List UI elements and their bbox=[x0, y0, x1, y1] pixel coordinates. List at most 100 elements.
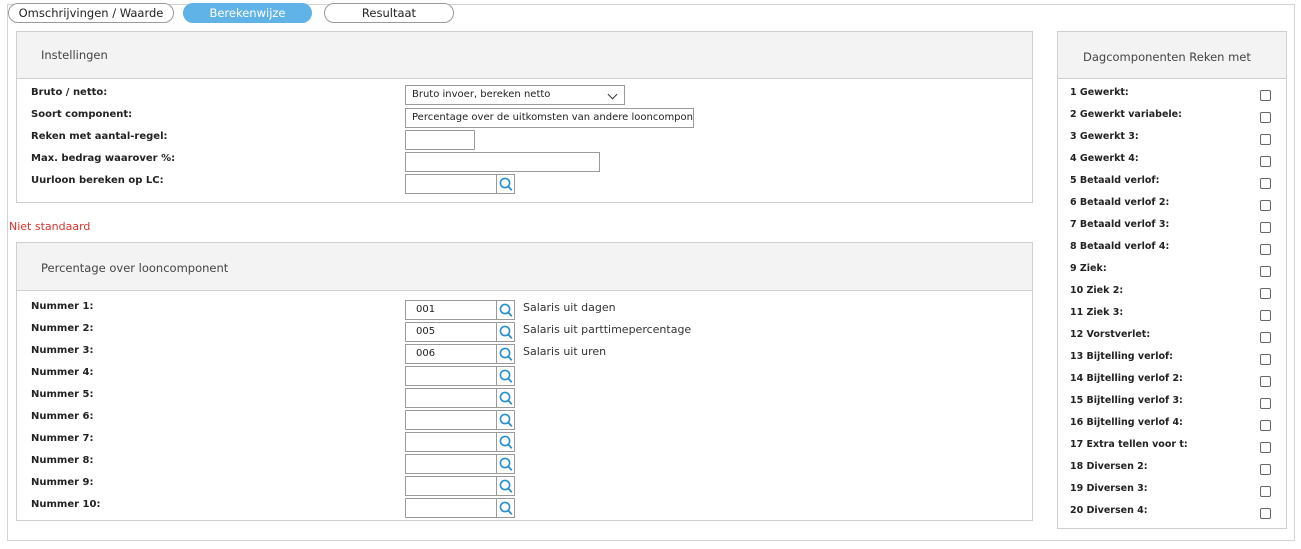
dagcomponent-checkbox[interactable] bbox=[1260, 376, 1271, 387]
nummer-search-button[interactable] bbox=[497, 498, 515, 518]
nummer-search-button[interactable] bbox=[497, 432, 515, 452]
percentage-title: Percentage over looncomponent bbox=[41, 261, 229, 275]
dagcomponent-row: 9 Ziek: bbox=[1070, 263, 1282, 281]
dagcomponent-label: 9 Ziek: bbox=[1070, 263, 1107, 274]
nummer-search-button[interactable] bbox=[497, 344, 515, 364]
reken-met-field[interactable] bbox=[405, 130, 475, 150]
dagcomponent-label: 4 Gewerkt 4: bbox=[1070, 153, 1139, 164]
nummer-search-button[interactable] bbox=[497, 388, 515, 408]
max-bedrag-field[interactable] bbox=[405, 152, 600, 172]
dagcomponent-checkbox[interactable] bbox=[1260, 310, 1271, 321]
dagcomponent-checkbox[interactable] bbox=[1260, 354, 1271, 365]
nummer-search-button[interactable] bbox=[497, 322, 515, 342]
dagcomponenten-header: Dagcomponenten Reken met bbox=[1058, 32, 1286, 79]
nummer-field[interactable]: 006 bbox=[405, 344, 497, 364]
dagcomponent-row: 11 Ziek 3: bbox=[1070, 307, 1282, 325]
dagcomponent-checkbox[interactable] bbox=[1260, 288, 1271, 299]
dagcomponent-checkbox[interactable] bbox=[1260, 464, 1271, 475]
dagcomponent-checkbox[interactable] bbox=[1260, 112, 1271, 123]
nummer-description: Salaris uit uren bbox=[523, 345, 607, 358]
dagcomponent-row: 3 Gewerkt 3: bbox=[1070, 131, 1282, 149]
dagcomponent-checkbox[interactable] bbox=[1260, 222, 1271, 233]
nummer-field[interactable] bbox=[405, 366, 497, 386]
search-icon bbox=[499, 413, 513, 427]
nummer-lookup bbox=[405, 388, 515, 408]
nummer-search-button[interactable] bbox=[497, 454, 515, 474]
dagcomponent-label: 16 Bijtelling verlof 4: bbox=[1070, 417, 1183, 428]
search-icon bbox=[499, 325, 513, 339]
dagcomponent-row: 17 Extra tellen voor t: bbox=[1070, 439, 1282, 457]
nummer-label: Nummer 9: bbox=[31, 477, 94, 488]
nummer-field[interactable] bbox=[405, 410, 497, 430]
nummer-search-button[interactable] bbox=[497, 300, 515, 320]
dagcomponenten-title: Dagcomponenten Reken met bbox=[1083, 50, 1251, 64]
dagcomponent-checkbox[interactable] bbox=[1260, 244, 1271, 255]
nummer-label: Nummer 3: bbox=[31, 345, 94, 356]
nummer-description: Salaris uit parttimepercentage bbox=[523, 323, 692, 336]
bruto-netto-select[interactable]: Bruto invoer, bereken netto bbox=[405, 85, 625, 105]
nummer-lookup bbox=[405, 454, 515, 474]
dagcomponent-label: 7 Betaald verlof 3: bbox=[1070, 219, 1170, 230]
nummer-field[interactable] bbox=[405, 454, 497, 474]
dagcomponent-checkbox[interactable] bbox=[1260, 178, 1271, 189]
soort-component-field[interactable]: Percentage over de uitkomsten van andere… bbox=[405, 108, 694, 128]
dagcomponent-checkbox[interactable] bbox=[1260, 508, 1271, 519]
nummer-field[interactable]: 005 bbox=[405, 322, 497, 342]
tab-berekenwijze[interactable]: Berekenwijze bbox=[183, 3, 312, 23]
search-icon bbox=[499, 501, 513, 515]
dagcomponent-checkbox[interactable] bbox=[1260, 266, 1271, 277]
uurloon-search-button[interactable] bbox=[497, 174, 515, 194]
nummer-label: Nummer 2: bbox=[31, 323, 94, 334]
dagcomponent-checkbox[interactable] bbox=[1260, 420, 1271, 431]
dagcomponent-checkbox[interactable] bbox=[1260, 332, 1271, 343]
reken-met-label: Reken met aantal-regel: bbox=[31, 131, 168, 142]
dagcomponent-row: 7 Betaald verlof 3: bbox=[1070, 219, 1282, 237]
dagcomponent-checkbox[interactable] bbox=[1260, 398, 1271, 409]
max-bedrag-label: Max. bedrag waarover %: bbox=[31, 153, 176, 164]
dagcomponent-label: 17 Extra tellen voor t: bbox=[1070, 439, 1188, 450]
instellingen-title: Instellingen bbox=[41, 48, 108, 62]
dagcomponent-row: 20 Diversen 4: bbox=[1070, 505, 1282, 523]
tab-omschrijvingen[interactable]: Omschrijvingen / Waarde bbox=[8, 3, 174, 23]
dagcomponent-checkbox[interactable] bbox=[1260, 200, 1271, 211]
nummer-field[interactable]: 001 bbox=[405, 300, 497, 320]
nummer-search-button[interactable] bbox=[497, 366, 515, 386]
bruto-netto-value: Bruto invoer, bereken netto bbox=[412, 89, 551, 100]
dagcomponent-row: 6 Betaald verlof 2: bbox=[1070, 197, 1282, 215]
nummer-lookup: 005 bbox=[405, 322, 515, 342]
chevron-down-icon bbox=[607, 89, 618, 100]
dagcomponent-row: 13 Bijtelling verlof: bbox=[1070, 351, 1282, 369]
dagcomponent-label: 12 Vorstverlet: bbox=[1070, 329, 1151, 340]
tab-resultaat[interactable]: Resultaat bbox=[324, 3, 454, 23]
percentage-panel: Percentage over looncomponent bbox=[16, 242, 1033, 521]
nummer-field[interactable] bbox=[405, 476, 497, 496]
dagcomponent-row: 10 Ziek 2: bbox=[1070, 285, 1282, 303]
nummer-lookup bbox=[405, 498, 515, 518]
nummer-label: Nummer 7: bbox=[31, 433, 94, 444]
dagcomponent-label: 14 Bijtelling verlof 2: bbox=[1070, 373, 1183, 384]
uurloon-field[interactable] bbox=[405, 174, 497, 194]
dagcomponent-label: 8 Betaald verlof 4: bbox=[1070, 241, 1170, 252]
dagcomponent-label: 10 Ziek 2: bbox=[1070, 285, 1124, 296]
dagcomponent-checkbox[interactable] bbox=[1260, 486, 1271, 497]
nummer-field[interactable] bbox=[405, 388, 497, 408]
nummer-lookup: 001 bbox=[405, 300, 515, 320]
dagcomponent-label: 19 Diversen 3: bbox=[1070, 483, 1148, 494]
nummer-search-button[interactable] bbox=[497, 476, 515, 496]
nummer-label: Nummer 8: bbox=[31, 455, 94, 466]
search-icon bbox=[499, 479, 513, 493]
nummer-field[interactable] bbox=[405, 432, 497, 452]
dagcomponent-checkbox[interactable] bbox=[1260, 442, 1271, 453]
dagcomponent-checkbox[interactable] bbox=[1260, 134, 1271, 145]
dagcomponent-checkbox[interactable] bbox=[1260, 90, 1271, 101]
nummer-lookup: 006 bbox=[405, 344, 515, 364]
dagcomponent-checkbox[interactable] bbox=[1260, 156, 1271, 167]
nummer-label: Nummer 5: bbox=[31, 389, 94, 400]
uurloon-label: Uurloon bereken op LC: bbox=[31, 175, 164, 186]
dagcomponent-label: 18 Diversen 2: bbox=[1070, 461, 1148, 472]
nummer-lookup bbox=[405, 432, 515, 452]
nummer-search-button[interactable] bbox=[497, 410, 515, 430]
dagcomponent-row: 14 Bijtelling verlof 2: bbox=[1070, 373, 1282, 391]
search-icon bbox=[499, 457, 513, 471]
nummer-field[interactable] bbox=[405, 498, 497, 518]
